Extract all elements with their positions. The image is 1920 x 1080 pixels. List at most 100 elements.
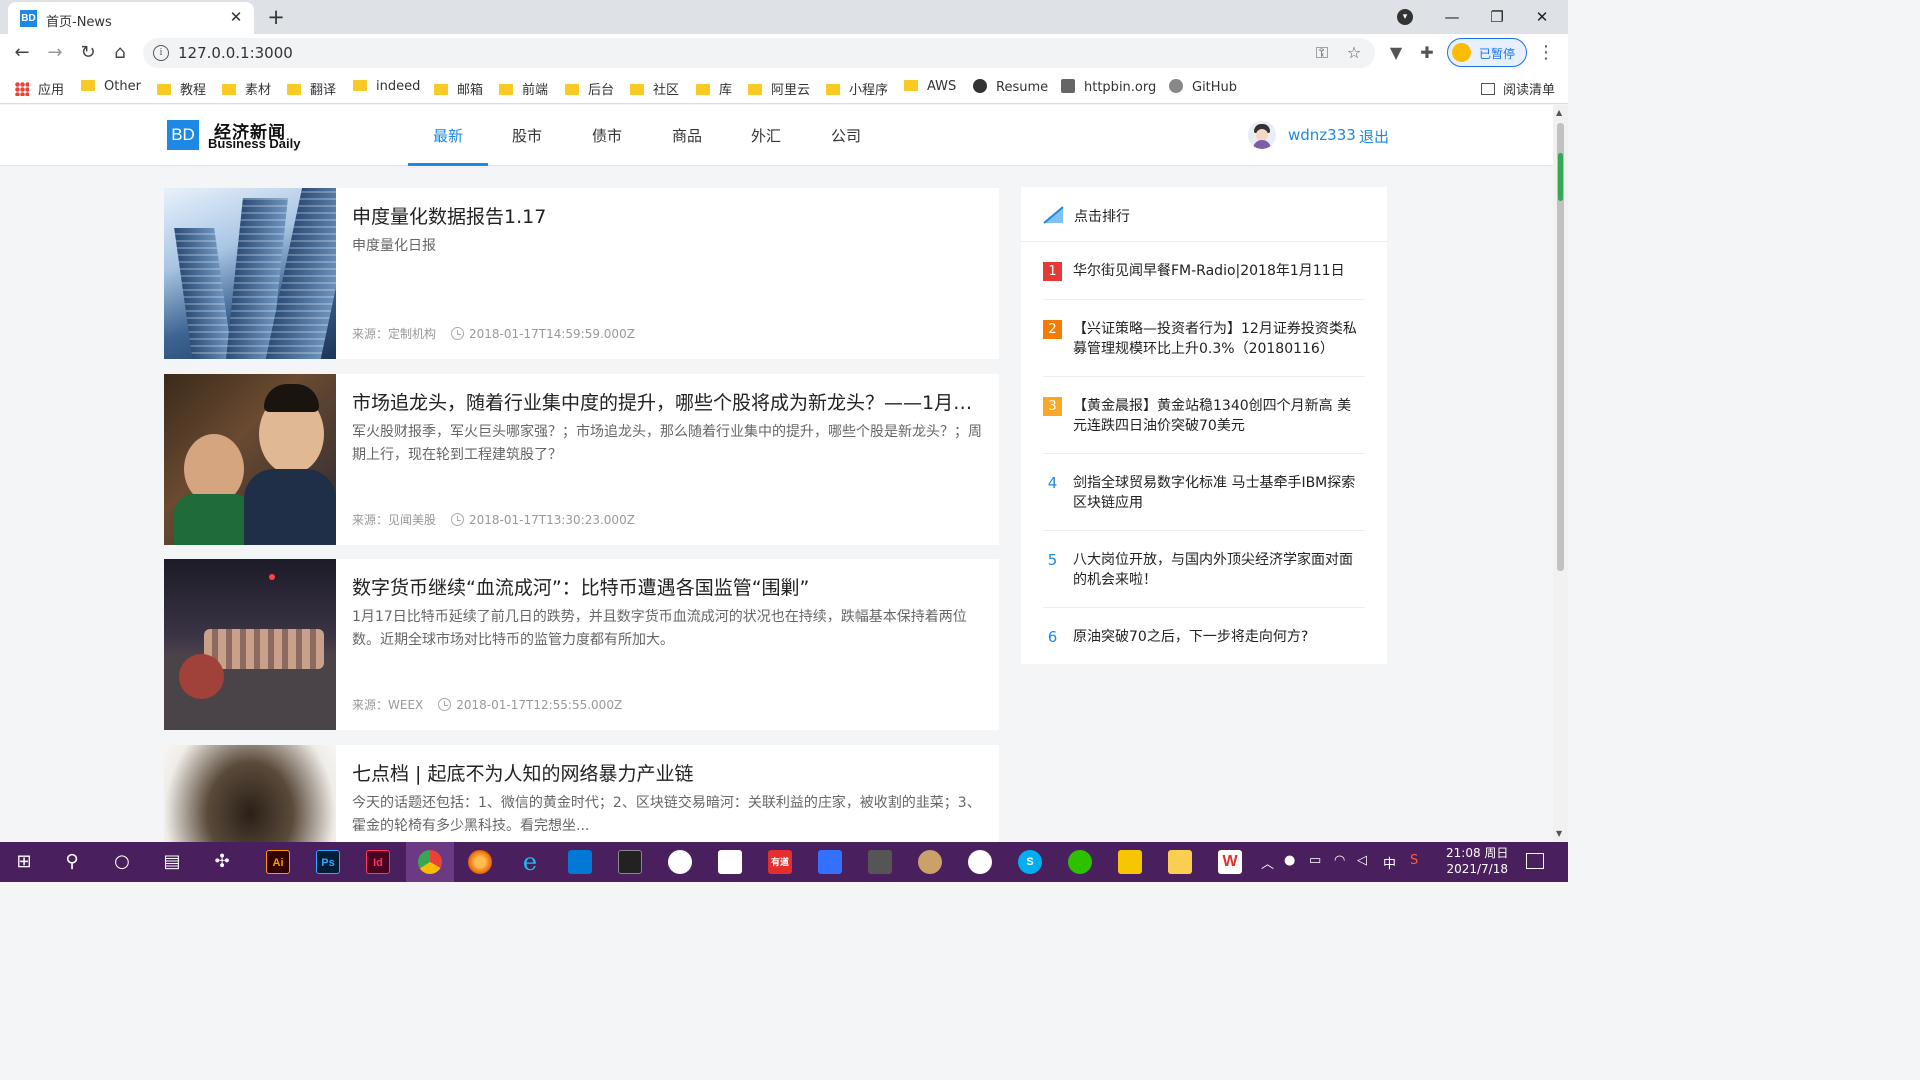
menu-icon[interactable]: ⋮ [1535, 42, 1557, 64]
bookmark-folder[interactable]: 库 [696, 79, 732, 98]
reading-list-button[interactable]: 阅读清单 [1481, 79, 1555, 98]
nav-forex[interactable]: 外汇 [751, 125, 781, 146]
indesign-icon[interactable]: Id [354, 842, 402, 882]
ranking-item[interactable]: 4 剑指全球贸易数字化标准 马士基牵手IBM探索区块链应用 [1043, 474, 1365, 531]
youdao-icon[interactable]: 有道 [756, 842, 804, 882]
home-icon[interactable]: ⌂ [107, 40, 133, 66]
new-tab-icon[interactable]: + [264, 5, 288, 29]
bookmark-folder[interactable]: 后台 [565, 79, 614, 98]
key-icon[interactable]: ⚿ [1311, 42, 1333, 64]
site-info-icon[interactable]: i [153, 45, 169, 61]
ranking-item[interactable]: 6 原油突破70之后，下一步将走向何方? [1043, 628, 1365, 664]
notification-icon[interactable] [1526, 853, 1544, 869]
battery-icon[interactable]: ▭ [1309, 853, 1321, 868]
ranking-item-title[interactable]: 剑指全球贸易数字化标准 马士基牵手IBM探索区块链应用 [1073, 473, 1365, 513]
back-icon[interactable]: ← [9, 40, 35, 66]
restore-icon[interactable]: ❐ [1477, 4, 1517, 30]
url-text[interactable]: 127.0.0.1:3000 [178, 44, 293, 62]
wps-icon[interactable]: W [1206, 842, 1254, 882]
bookmark-resume[interactable]: Resume [973, 79, 1048, 97]
logo-title-en[interactable]: Business Daily [208, 136, 301, 151]
ranking-item-title[interactable]: 八大岗位开放，与国内外顶尖经济学家面对面的机会来啦！ [1073, 550, 1365, 590]
nav-stocks[interactable]: 股市 [512, 125, 542, 146]
ie-icon[interactable]: e [506, 842, 554, 882]
tray-app-icon[interactable]: ● [1284, 853, 1295, 868]
article-thumbnail[interactable] [164, 188, 336, 359]
ranking-item[interactable]: 3 【黄金晨报】黄金站稳1340创四个月新高 美元连跌四日油价突破70美元 [1043, 397, 1365, 454]
sogou-icon[interactable]: S [1410, 853, 1418, 868]
tab-search-icon[interactable]: ▾ [1397, 9, 1413, 25]
terminal-icon[interactable] [606, 842, 654, 882]
bookmark-folder[interactable]: Other [81, 79, 141, 97]
article-card[interactable]: 申度量化数据报告1.17 申度量化日报 来源：定制机构 2018-01-17T14… [164, 188, 999, 359]
illustrator-icon[interactable]: Ai [254, 842, 302, 882]
extension-v-icon[interactable]: ▼ [1385, 42, 1407, 64]
bookmark-folder[interactable]: indeed [353, 79, 420, 97]
close-window-icon[interactable]: ✕ [1522, 4, 1562, 30]
ranking-item-title[interactable]: 【兴证策略—投资者行为】12月证券投资类私募管理规模环比上升0.3%（20180… [1073, 319, 1365, 359]
article-title[interactable]: 市场追龙头，随着行业集中度的提升，哪些个股将成为新龙头？——1月17日热点复盘 [352, 388, 982, 415]
bookmark-folder[interactable]: 社区 [630, 79, 679, 98]
bookmark-folder[interactable]: 阿里云 [748, 79, 810, 98]
ranking-item[interactable]: 2 【兴证策略—投资者行为】12月证券投资类私募管理规模环比上升0.3%（201… [1043, 320, 1365, 377]
tray-chevron-icon[interactable]: ︿ [1261, 853, 1274, 872]
search-icon[interactable]: ⚲ [48, 842, 96, 882]
calculator-icon[interactable] [856, 842, 904, 882]
page-scrollbar[interactable]: ▲ ▼ [1553, 105, 1568, 842]
bookmark-github[interactable]: GitHub [1169, 79, 1237, 97]
article-title[interactable]: 数字货币继续“血流成河”：比特币遭遇各国监管“围剿” [352, 573, 982, 600]
bookmark-folder[interactable]: 小程序 [826, 79, 888, 98]
cortana-icon[interactable]: ○ [98, 842, 146, 882]
chrome-icon[interactable] [406, 842, 454, 882]
browser-tab[interactable]: BD 首页-News ✕ [8, 2, 254, 34]
puzzle-icon[interactable]: ✚ [1416, 42, 1438, 64]
article-thumbnail[interactable] [164, 559, 336, 730]
ime-indicator[interactable]: 中 [1383, 853, 1396, 872]
logo-mark[interactable]: BD [167, 120, 199, 150]
wifi-icon[interactable]: ◠ [1334, 853, 1345, 868]
davinci-icon[interactable] [656, 842, 704, 882]
feishu-icon[interactable] [806, 842, 854, 882]
bookmark-folder[interactable]: 翻译 [287, 79, 336, 98]
logout-link[interactable]: 退出 [1359, 126, 1389, 147]
nav-bonds[interactable]: 债市 [592, 125, 622, 146]
bookmark-folder[interactable]: 素材 [222, 79, 271, 98]
pinwheel-app-icon[interactable]: ✣ [198, 842, 246, 882]
article-card[interactable]: 七点档 | 起底不为人知的网络暴力产业链 今天的话题还包括：1、微信的黄金时代；… [164, 745, 999, 842]
nav-company[interactable]: 公司 [831, 125, 861, 146]
vscode-icon[interactable] [556, 842, 604, 882]
volume-icon[interactable]: ◁ [1357, 853, 1367, 868]
potplayer-icon[interactable] [1106, 842, 1154, 882]
system-clock[interactable]: 21:08 周日 2021/7/18 [1446, 845, 1508, 877]
forward-icon[interactable]: → [42, 40, 68, 66]
baidu-netdisk-icon[interactable] [956, 842, 1004, 882]
ranking-item[interactable]: 5 八大岗位开放，与国内外顶尖经济学家面对面的机会来啦！ [1043, 551, 1365, 608]
address-bar[interactable]: i 127.0.0.1:3000 ⚿ ☆ [143, 38, 1375, 68]
ranking-item-title[interactable]: 华尔街见闻早餐FM-Radio|2018年1月11日 [1073, 261, 1365, 281]
article-thumbnail[interactable] [164, 745, 336, 842]
unity-icon[interactable] [706, 842, 754, 882]
nav-commodities[interactable]: 商品 [672, 125, 702, 146]
photoshop-icon[interactable]: Ps [304, 842, 352, 882]
profile-button[interactable]: 已暂停 [1447, 38, 1527, 67]
bookmark-httpbin[interactable]: httpbin.org [1061, 79, 1156, 97]
skype-icon[interactable]: S [1006, 842, 1054, 882]
task-view-icon[interactable]: ▤ [148, 842, 196, 882]
bookmark-folder[interactable]: 教程 [157, 79, 206, 98]
ranking-item[interactable]: 1 华尔街见闻早餐FM-Radio|2018年1月11日 [1043, 262, 1365, 300]
paint-icon[interactable] [906, 842, 954, 882]
wechat-icon[interactable] [1056, 842, 1104, 882]
scroll-down-icon[interactable]: ▼ [1556, 829, 1562, 838]
article-title[interactable]: 申度量化数据报告1.17 [352, 202, 982, 229]
article-card[interactable]: 数字货币继续“血流成河”：比特币遭遇各国监管“围剿” 1月17日比特币延续了前几… [164, 559, 999, 730]
firefox-icon[interactable] [456, 842, 504, 882]
windows-start-icon[interactable]: ⊞ [0, 842, 48, 882]
username-link[interactable]: wdnz333 [1288, 126, 1356, 144]
close-tab-icon[interactable]: ✕ [226, 7, 246, 27]
bookmark-folder[interactable]: 邮箱 [434, 79, 483, 98]
scroll-up-icon[interactable]: ▲ [1556, 108, 1562, 117]
article-thumbnail[interactable] [164, 374, 336, 545]
ranking-item-title[interactable]: 原油突破70之后，下一步将走向何方? [1073, 627, 1365, 647]
nav-latest[interactable]: 最新 [433, 125, 463, 146]
minimize-icon[interactable]: — [1432, 4, 1472, 30]
